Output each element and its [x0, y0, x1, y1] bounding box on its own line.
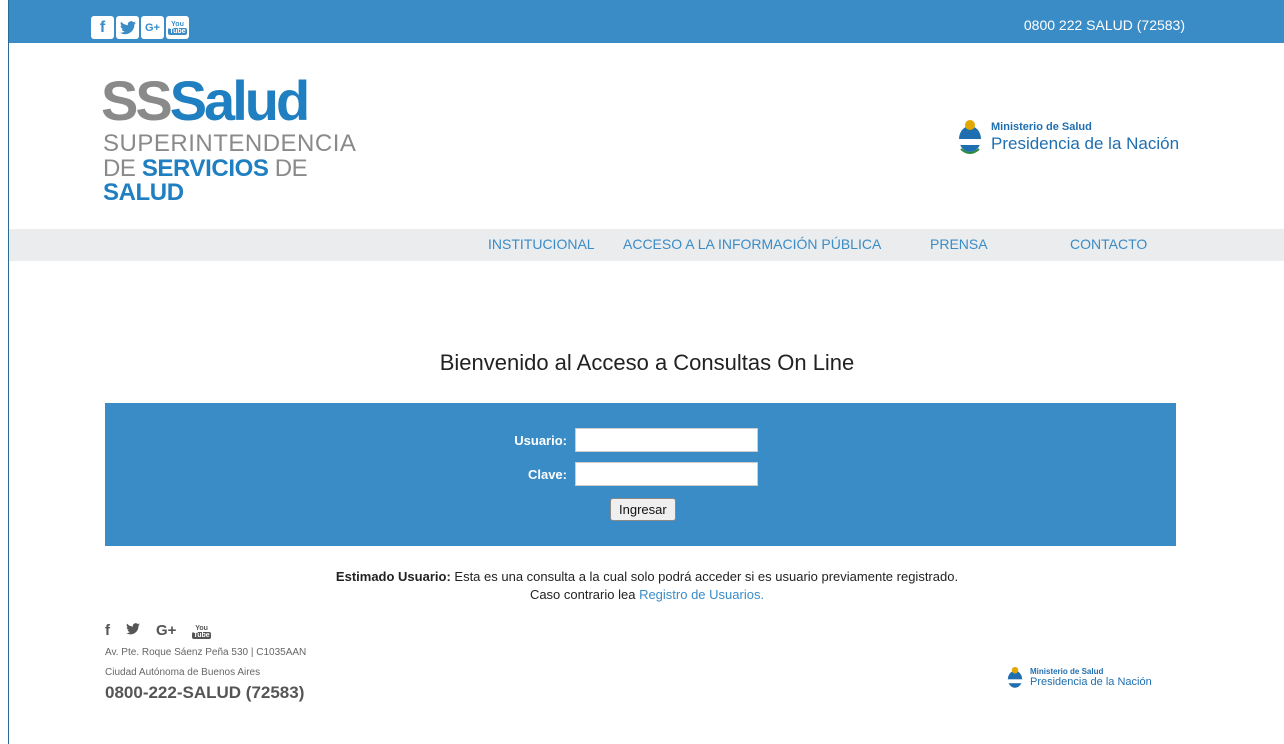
page-frame: f G+ You Tube 0800 222 SALUD (72583) SSS…: [8, 0, 1284, 744]
footer-address-2: Ciudad Autónoma de Buenos Aires: [105, 667, 261, 678]
logo-ss: SS: [101, 69, 173, 132]
top-phone: 0800 222 SALUD (72583): [1023, 17, 1185, 33]
coat-of-arms-icon: [959, 120, 981, 154]
nav-acceso-informacion[interactable]: ACCESO A LA INFORMACIÓN PÚBLICA: [623, 236, 881, 252]
notice-line2: Caso contrario lea Registro de Usuarios.: [9, 586, 1284, 604]
youtube-icon[interactable]: You Tube: [192, 625, 211, 639]
login-panel: Usuario: Clave: Ingresar: [105, 403, 1176, 546]
sssalud-logo[interactable]: SSSalud SUPERINTENDENCIA DE SERVICIOS DE…: [101, 73, 356, 205]
ministry-logo[interactable]: Ministerio de Salud Presidencia de la Na…: [957, 117, 1179, 157]
notice-text: Esta es una consulta a la cual solo podr…: [450, 569, 959, 584]
footer-ministry-logo[interactable]: Ministerio de Salud Presidencia de la Na…: [1006, 665, 1152, 691]
notice-line1: Estimado Usuario: Esta es una consulta a…: [9, 568, 1284, 586]
yt-tube: Tube: [192, 632, 211, 639]
footer-twitter-glyph: [126, 623, 140, 635]
logo-salud-word: SALUD: [103, 179, 184, 206]
facebook-icon[interactable]: f: [105, 622, 110, 639]
google-plus-icon[interactable]: G+: [156, 622, 176, 639]
user-row: Usuario:: [497, 428, 758, 452]
youtube-icon[interactable]: You Tube: [166, 16, 189, 39]
footer-coat-of-arms-icon: [1007, 666, 1023, 688]
ministry-line1: Ministerio de Salud: [991, 121, 1092, 133]
ministry-text: Ministerio de Salud Presidencia de la Na…: [991, 121, 1179, 153]
user-input[interactable]: [575, 428, 758, 452]
logo-salud: Salud: [169, 69, 310, 132]
yt-you: You: [195, 625, 208, 632]
twitter-icon[interactable]: [126, 622, 140, 639]
password-label: Clave:: [527, 466, 567, 482]
logo-de: DE: [103, 155, 142, 182]
ministry-line2: Presidencia de la Nación: [991, 134, 1180, 153]
registro-link[interactable]: Registro de Usuarios.: [639, 587, 764, 602]
nav-institucional[interactable]: INSTITUCIONAL: [488, 236, 595, 252]
password-input[interactable]: [575, 462, 758, 486]
top-bar: f G+ You Tube 0800 222 SALUD (72583): [9, 0, 1284, 43]
password-row: Clave:: [497, 462, 758, 486]
notice-bold: Estimado Usuario:: [335, 569, 451, 584]
footer-address-1: Av. Pte. Roque Sáenz Peña 530 | C1035AAN: [105, 647, 307, 658]
footer-ministry-line2: Presidencia de la Nación: [1030, 676, 1152, 688]
nav-prensa[interactable]: PRENSA: [930, 236, 988, 252]
twitter-icon[interactable]: [116, 16, 139, 39]
twitter-bird-glyph: [119, 20, 136, 34]
google-plus-icon[interactable]: G+: [141, 16, 164, 39]
logo-servicios: SERVICIOS: [141, 155, 269, 182]
submit-button[interactable]: Ingresar: [610, 498, 676, 521]
logo-de2: DE: [268, 155, 308, 182]
logo-line3: DE SERVICIOS DE SALUD: [103, 157, 331, 205]
footer-ministry-line1: Ministerio de Salud: [1030, 667, 1104, 676]
facebook-icon[interactable]: f: [91, 16, 114, 39]
logo-line2: SUPERINTENDENCIA: [103, 130, 357, 157]
social-links: f G+ You Tube: [91, 16, 189, 39]
footer-ministry-text: Ministerio de Salud Presidencia de la Na…: [1030, 667, 1152, 689]
youtube-tube: Tube: [168, 27, 187, 35]
logo-wordmark: SSSalud: [101, 73, 310, 129]
footer-phone: 0800-222-SALUD (72583): [105, 683, 305, 702]
user-notice: Estimado Usuario: Esta es una consulta a…: [9, 568, 1284, 604]
nav-contacto[interactable]: CONTACTO: [1070, 236, 1147, 252]
main-nav: INSTITUCIONAL ACCESO A LA INFORMACIÓN PÚ…: [9, 229, 1284, 261]
youtube-you: You: [171, 20, 184, 28]
footer-social: f G+ You Tube: [105, 622, 211, 639]
user-label: Usuario:: [514, 432, 567, 448]
notice-prefix: Caso contrario lea: [529, 587, 640, 602]
page-title: Bienvenido al Acceso a Consultas On Line: [439, 350, 855, 375]
